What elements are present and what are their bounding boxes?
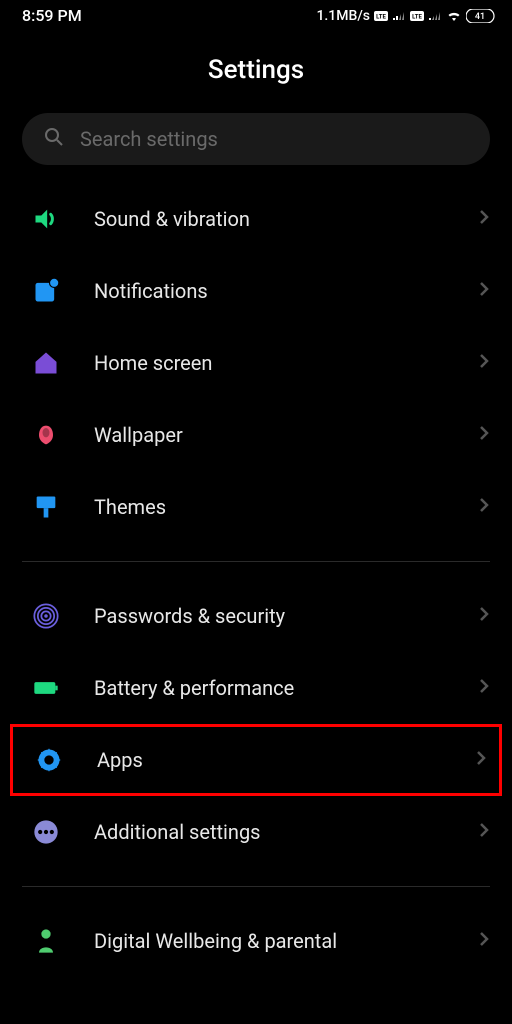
volte-icon-2: LTE (410, 11, 424, 21)
item-label: Sound & vibration (94, 207, 446, 231)
volte-icon-1: LTE (374, 11, 388, 21)
home-icon (30, 347, 62, 379)
page-title: Settings (0, 55, 512, 85)
battery-icon (30, 672, 62, 704)
chevron-right-icon (478, 280, 490, 302)
fingerprint-icon (30, 600, 62, 632)
chevron-right-icon (478, 605, 490, 627)
item-label: Home screen (94, 351, 446, 375)
item-label: Additional settings (94, 820, 446, 844)
notifications-icon (30, 275, 62, 307)
item-label: Apps (97, 748, 443, 772)
search-placeholder: Search settings (80, 127, 218, 151)
status-time: 8:59 PM (22, 6, 82, 25)
search-bar[interactable]: Search settings (22, 113, 490, 165)
item-label: Battery & performance (94, 676, 446, 700)
more-icon (30, 816, 62, 848)
themes-icon (30, 491, 62, 523)
chevron-right-icon (478, 424, 490, 446)
status-bar: 8:59 PM 1.1MB/s LTE LTE 41 (0, 0, 512, 31)
settings-item-passwords[interactable]: Passwords & security (0, 580, 512, 652)
chevron-right-icon (478, 352, 490, 374)
settings-item-battery[interactable]: Battery & performance (0, 652, 512, 724)
signal-icon-2 (428, 11, 442, 21)
chevron-right-icon (478, 930, 490, 952)
status-right: 1.1MB/s LTE LTE 41 (316, 8, 496, 24)
chevron-right-icon (478, 821, 490, 843)
settings-list: Sound & vibration Notifications Home scr… (0, 183, 512, 977)
apps-icon (33, 744, 65, 776)
settings-item-sound[interactable]: Sound & vibration (0, 183, 512, 255)
signal-icon-1 (392, 11, 406, 21)
search-icon (44, 127, 64, 151)
svg-text:41: 41 (475, 12, 485, 22)
item-label: Notifications (94, 279, 446, 303)
settings-item-wellbeing[interactable]: Digital Wellbeing & parental (0, 905, 512, 977)
sound-icon (30, 203, 62, 235)
item-label: Wallpaper (94, 423, 446, 447)
settings-item-apps[interactable]: Apps (10, 724, 502, 796)
divider (22, 886, 490, 887)
settings-item-home[interactable]: Home screen (0, 327, 512, 399)
chevron-right-icon (478, 208, 490, 230)
item-label: Themes (94, 495, 446, 519)
item-label: Passwords & security (94, 604, 446, 628)
svg-text:LTE: LTE (376, 13, 386, 20)
wellbeing-icon (30, 925, 62, 957)
settings-item-additional[interactable]: Additional settings (0, 796, 512, 868)
battery-icon: 41 (466, 9, 496, 23)
settings-item-themes[interactable]: Themes (0, 471, 512, 543)
divider (22, 561, 490, 562)
settings-item-notifications[interactable]: Notifications (0, 255, 512, 327)
chevron-right-icon (475, 749, 487, 771)
wifi-icon (446, 10, 462, 22)
settings-item-wallpaper[interactable]: Wallpaper (0, 399, 512, 471)
item-label: Digital Wellbeing & parental (94, 928, 446, 954)
wallpaper-icon (30, 419, 62, 451)
status-speed: 1.1MB/s (316, 8, 370, 24)
svg-text:LTE: LTE (412, 13, 422, 20)
chevron-right-icon (478, 677, 490, 699)
chevron-right-icon (478, 496, 490, 518)
